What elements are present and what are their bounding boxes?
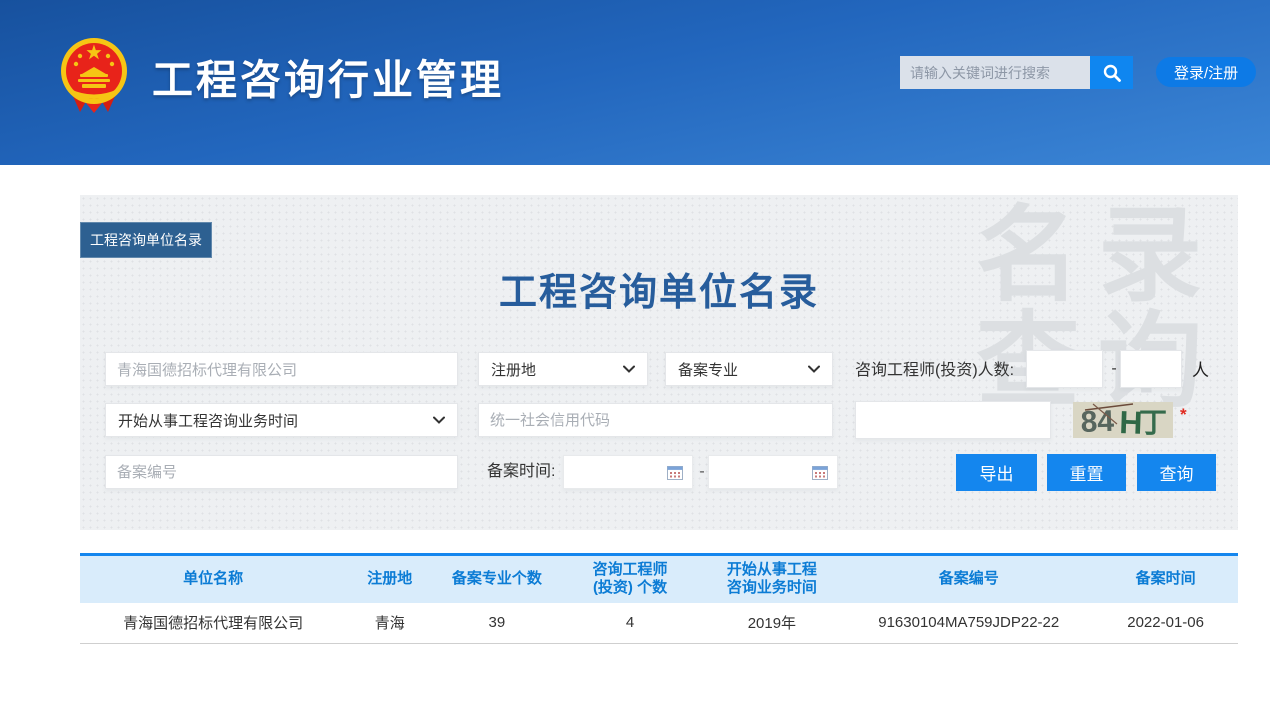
export-button[interactable]: 导出 <box>956 454 1037 491</box>
table-row: 青海国德招标代理有限公司 青海 39 4 2019年 91630104MA759… <box>80 603 1238 644</box>
person-unit-label: 人 <box>1192 352 1209 390</box>
col-header-register-place: 注册地 <box>346 555 433 603</box>
page-title: 工程咨询单位名录 <box>80 261 1238 316</box>
start-business-time-select[interactable]: 开始从事工程咨询业务时间 <box>105 403 458 437</box>
page: 工程咨询行业管理 登录/注册 名录 查询 工程咨询单位名录 工程咨询单位名录 注… <box>0 0 1270 725</box>
record-major-select-value: 备案专业 <box>678 359 738 380</box>
national-emblem-icon <box>58 34 130 114</box>
site-title: 工程咨询行业管理 <box>152 46 504 106</box>
range-separator: - <box>1107 350 1121 388</box>
calendar-icon <box>812 465 828 480</box>
chevron-down-icon <box>808 365 820 373</box>
col-header-record-time: 备案时间 <box>1093 555 1238 603</box>
record-number-input[interactable] <box>105 455 458 489</box>
directory-panel: 名录 查询 工程咨询单位名录 工程咨询单位名录 注册地 备案专业 咨询工程师(投… <box>80 195 1238 530</box>
national-emblem-logo <box>58 34 130 114</box>
col-header-major-count: 备案专业个数 <box>433 555 560 603</box>
svg-text:丁: 丁 <box>1139 407 1167 438</box>
record-major-select[interactable]: 备案专业 <box>665 352 833 386</box>
col-header-record-number: 备案编号 <box>844 555 1093 603</box>
cell-register-place: 青海 <box>346 603 433 644</box>
start-business-time-select-value: 开始从事工程咨询业务时间 <box>118 410 298 431</box>
chevron-down-icon <box>433 416 445 424</box>
site-header: 工程咨询行业管理 登录/注册 <box>0 0 1270 165</box>
search-button[interactable] <box>1090 56 1133 89</box>
captcha-image-icon: 84 H 丁 <box>1073 402 1173 438</box>
record-time-label: 备案时间: <box>487 455 555 489</box>
engineer-count-label: 咨询工程师(投资)人数: <box>855 352 1014 390</box>
table-header-row: 单位名称 注册地 备案专业个数 咨询工程师 (投资) 个数 开始从事工程 咨询业… <box>80 555 1238 603</box>
cell-record-time: 2022-01-06 <box>1093 603 1238 644</box>
register-place-select-value: 注册地 <box>491 359 536 380</box>
cell-engineer-count: 4 <box>561 603 700 644</box>
col-header-engineer-count: 咨询工程师 (投资) 个数 <box>561 555 700 603</box>
credit-code-input[interactable] <box>478 403 833 437</box>
results-table: 单位名称 注册地 备案专业个数 咨询工程师 (投资) 个数 开始从事工程 咨询业… <box>80 553 1238 644</box>
cell-major-count: 39 <box>433 603 560 644</box>
company-name-input[interactable] <box>105 352 458 386</box>
captcha-image[interactable]: 84 H 丁 <box>1073 402 1173 438</box>
search-input[interactable] <box>900 56 1090 89</box>
chevron-down-icon <box>623 365 635 373</box>
header-search <box>900 56 1133 89</box>
record-time-start-input[interactable] <box>563 455 693 489</box>
query-button[interactable]: 查询 <box>1137 454 1216 491</box>
col-header-start-time: 开始从事工程 咨询业务时间 <box>700 555 845 603</box>
date-range-separator: - <box>696 455 708 489</box>
cell-record-number: 91630104MA759JDP22-22 <box>844 603 1093 644</box>
engineer-count-min-input[interactable] <box>1026 350 1103 388</box>
login-register-button[interactable]: 登录/注册 <box>1156 57 1256 87</box>
engineer-count-max-input[interactable] <box>1120 350 1182 388</box>
cell-start-time: 2019年 <box>700 603 845 644</box>
calendar-icon <box>667 465 683 480</box>
tab-directory[interactable]: 工程咨询单位名录 <box>80 222 212 258</box>
cell-unit-name: 青海国德招标代理有限公司 <box>80 603 346 644</box>
search-icon <box>1102 63 1122 83</box>
captcha-required-mark: * <box>1180 405 1187 425</box>
record-time-end-input[interactable] <box>708 455 838 489</box>
captcha-input[interactable] <box>855 401 1051 439</box>
col-header-unit-name: 单位名称 <box>80 555 346 603</box>
reset-button[interactable]: 重置 <box>1047 454 1126 491</box>
register-place-select[interactable]: 注册地 <box>478 352 648 386</box>
